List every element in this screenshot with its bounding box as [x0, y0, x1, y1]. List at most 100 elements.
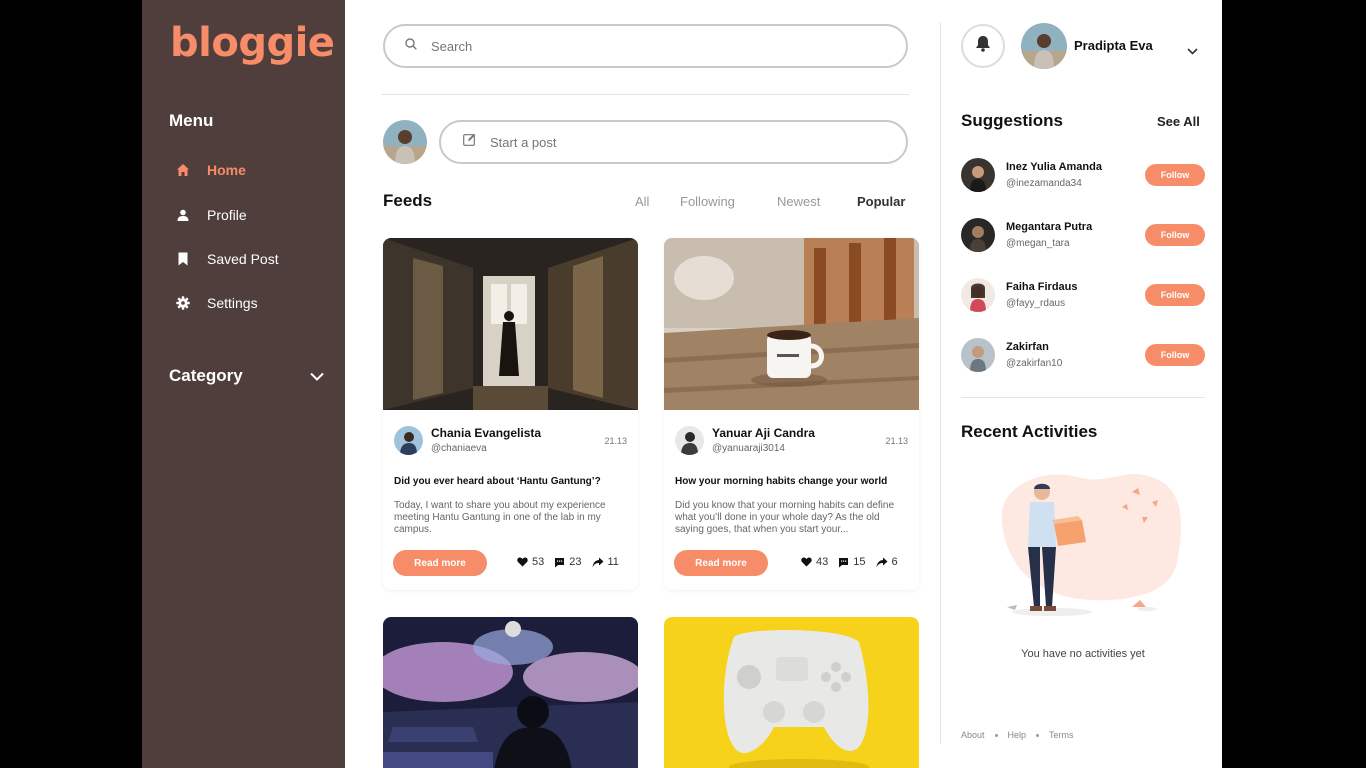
see-all-link[interactable]: See All: [1157, 114, 1200, 129]
footer-terms-link[interactable]: Terms: [1049, 730, 1074, 740]
logo[interactable]: bloggie: [170, 20, 335, 66]
heart-icon: [517, 557, 528, 567]
follow-button[interactable]: Follow: [1145, 164, 1205, 186]
suggestion-avatar[interactable]: [961, 218, 995, 252]
suggestion-name[interactable]: Zakirfan: [1006, 341, 1049, 353]
share-icon: [876, 557, 887, 567]
recent-activities-title: Recent Activities: [961, 422, 1098, 441]
comment-count: 15: [853, 556, 866, 568]
current-user-avatar[interactable]: [383, 120, 427, 164]
filter-following[interactable]: Following: [680, 194, 735, 209]
share-icon: [592, 557, 603, 567]
home-icon: [175, 162, 191, 178]
post-card: Yanuar Aji Candra @yanuaraji3014 21.13 H…: [664, 238, 919, 590]
like-stat[interactable]: 53: [517, 556, 544, 568]
start-post-box[interactable]: [439, 120, 908, 164]
filter-all[interactable]: All: [635, 194, 649, 209]
post-stats: 53 23 11: [507, 556, 619, 568]
post-time: 21.13: [885, 436, 908, 446]
suggestion-handle: @zakirfan10: [1006, 358, 1063, 369]
empty-state-illustration: [982, 462, 1192, 627]
start-post-input[interactable]: [490, 134, 870, 150]
suggestion-name[interactable]: Megantara Putra: [1006, 221, 1092, 233]
divider: [940, 22, 941, 744]
separator-dot: [994, 733, 998, 737]
follow-button[interactable]: Follow: [1145, 284, 1205, 306]
separator-dot: [1036, 733, 1040, 737]
share-stat[interactable]: 11: [592, 556, 619, 568]
search-icon: [405, 37, 417, 55]
sidebar-item-label: Profile: [207, 207, 247, 223]
author-avatar[interactable]: [675, 426, 704, 455]
post-image[interactable]: [664, 617, 919, 768]
comment-stat[interactable]: 23: [554, 556, 582, 568]
suggestions-title: Suggestions: [961, 111, 1064, 130]
post-image[interactable]: [383, 238, 638, 410]
suggestion-avatar[interactable]: [961, 338, 995, 372]
user-name[interactable]: Pradipta Eva: [1074, 38, 1153, 53]
filter-newest[interactable]: Newest: [777, 194, 820, 209]
suggestion-name[interactable]: Inez Yulia Amanda: [1006, 161, 1102, 173]
gear-icon: [175, 295, 191, 311]
comment-count: 23: [569, 556, 582, 568]
comment-icon: [839, 557, 849, 567]
suggestion-avatar[interactable]: [961, 158, 995, 192]
divider: [381, 94, 909, 95]
post-author[interactable]: Yanuar Aji Candra: [712, 426, 815, 440]
footer-about-link[interactable]: About: [961, 730, 985, 740]
post-image[interactable]: [664, 238, 919, 410]
sidebar-item-label: Home: [207, 162, 246, 178]
filter-popular[interactable]: Popular: [857, 194, 905, 209]
follow-button[interactable]: Follow: [1145, 224, 1205, 246]
search-input[interactable]: [431, 38, 851, 54]
sidebar-item-profile[interactable]: Profile: [175, 203, 247, 227]
empty-activities-text: You have no activities yet: [1021, 648, 1145, 660]
author-avatar[interactable]: [394, 426, 423, 455]
chevron-down-icon: [310, 366, 324, 386]
bookmark-icon: [175, 251, 191, 267]
share-stat[interactable]: 6: [876, 556, 898, 568]
feeds-title: Feeds: [383, 191, 433, 210]
suggestion-handle: @inezamanda34: [1006, 178, 1082, 189]
post-handle: @yanuaraji3014: [712, 443, 785, 454]
post-image[interactable]: [383, 617, 638, 768]
post-card: Chania Evangelista @chaniaeva 21.13 Did …: [383, 238, 638, 590]
category-dropdown[interactable]: Category: [169, 366, 324, 386]
bell-icon: [975, 35, 991, 57]
user-avatar[interactable]: [1021, 23, 1067, 69]
post-author[interactable]: Chania Evangelista: [431, 426, 541, 440]
comment-icon: [555, 557, 565, 567]
suggestion-name[interactable]: Faiha Firdaus: [1006, 281, 1078, 293]
edit-icon: [463, 133, 476, 151]
sidebar-item-saved-post[interactable]: Saved Post: [175, 247, 279, 271]
post-title[interactable]: Did you ever heard about ‘Hantu Gantung’…: [394, 476, 601, 487]
post-excerpt: Today, I want to share you about my expe…: [394, 500, 606, 535]
menu-title: Menu: [169, 111, 214, 130]
app-frame: bloggie Menu Home Profile Saved Post Set…: [142, 0, 1222, 768]
suggestion-handle: @megan_tara: [1006, 238, 1070, 249]
suggestion-handle: @fayy_rdaus: [1006, 298, 1066, 309]
read-more-button[interactable]: Read more: [674, 550, 768, 576]
post-title[interactable]: How your morning habits change your worl…: [675, 476, 887, 487]
notification-button[interactable]: [961, 24, 1005, 68]
search-bar[interactable]: [383, 24, 908, 68]
share-count: 11: [607, 556, 619, 568]
category-label: Category: [169, 366, 243, 385]
footer-help-link[interactable]: Help: [1008, 730, 1027, 740]
share-count: 6: [891, 556, 898, 568]
follow-button[interactable]: Follow: [1145, 344, 1205, 366]
read-more-button[interactable]: Read more: [393, 550, 487, 576]
like-stat[interactable]: 43: [801, 556, 828, 568]
sidebar-item-home[interactable]: Home: [175, 158, 246, 182]
post-stats: 43 15 6: [791, 556, 898, 568]
heart-icon: [801, 557, 812, 567]
sidebar-item-label: Saved Post: [207, 251, 279, 267]
user-menu-chevron-icon[interactable]: [1187, 42, 1198, 60]
user-icon: [175, 207, 191, 223]
post-excerpt: Did you know that your morning habits ca…: [675, 500, 895, 535]
sidebar-item-settings[interactable]: Settings: [175, 291, 258, 315]
like-count: 43: [816, 556, 829, 568]
suggestion-avatar[interactable]: [961, 278, 995, 312]
sidebar-item-label: Settings: [207, 295, 258, 311]
comment-stat[interactable]: 15: [838, 556, 866, 568]
